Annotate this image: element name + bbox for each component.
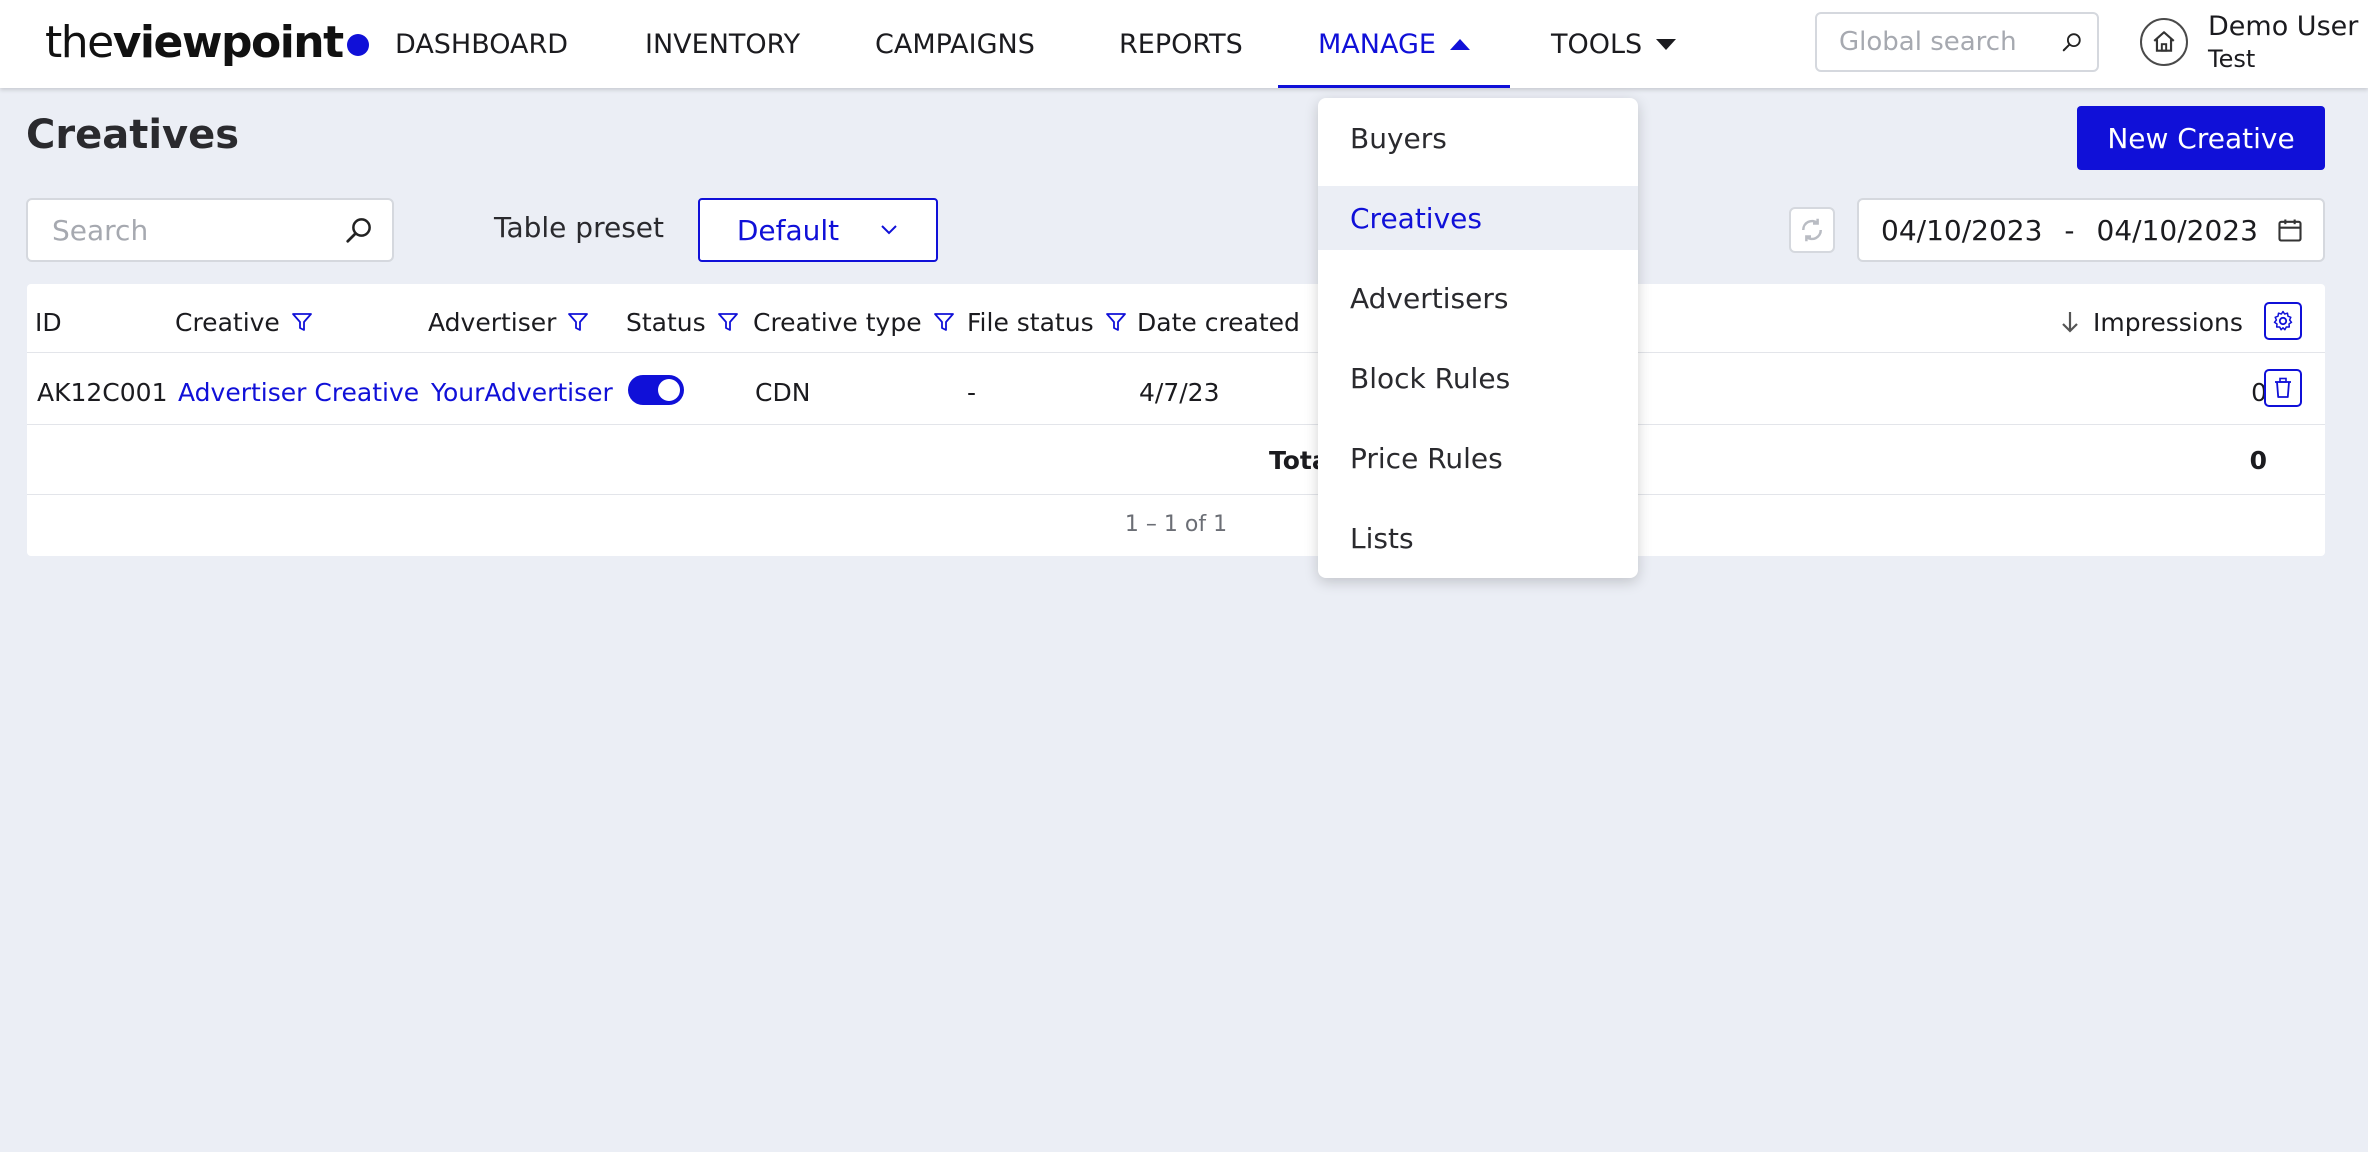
refresh-button[interactable] xyxy=(1789,207,1835,253)
global-search-box[interactable] xyxy=(1815,12,2099,72)
filter-icon[interactable] xyxy=(1104,310,1128,334)
column-header-creative-label: Creative xyxy=(175,307,280,337)
search-icon[interactable] xyxy=(2061,25,2083,59)
column-header-status-label: Status xyxy=(626,307,706,337)
global-search-input[interactable] xyxy=(1837,26,2061,58)
brand-logo[interactable]: the viewpoint xyxy=(45,14,369,70)
cell-file-status: - xyxy=(967,377,977,407)
column-header-impressions[interactable]: Impressions xyxy=(2059,304,2243,340)
table-settings-button[interactable] xyxy=(2264,302,2302,340)
cell-creative-type: CDN xyxy=(755,377,811,407)
column-header-advertiser[interactable]: Advertiser xyxy=(428,304,590,340)
caret-up-icon xyxy=(1449,38,1470,50)
trash-icon xyxy=(2275,377,2291,398)
date-separator: - xyxy=(2064,213,2075,247)
menu-item-price-rules[interactable]: Price Rules xyxy=(1318,426,1638,490)
total-impressions: 0 xyxy=(2249,445,2267,475)
menu-item-creatives[interactable]: Creatives xyxy=(1318,186,1638,250)
filter-icon[interactable] xyxy=(716,310,740,334)
creatives-table: ID Creative Advertiser Status Creative t… xyxy=(27,284,2325,556)
column-header-creative[interactable]: Creative xyxy=(175,304,314,340)
date-to[interactable]: 04/10/2023 xyxy=(2097,214,2258,247)
column-header-impressions-label: Impressions xyxy=(2093,307,2243,337)
manage-dropdown-menu: Buyers Creatives Advertisers Block Rules… xyxy=(1318,98,1638,578)
menu-item-lists[interactable]: Lists xyxy=(1318,506,1638,570)
column-header-id[interactable]: ID xyxy=(35,304,62,340)
menu-item-advertisers[interactable]: Advertisers xyxy=(1318,266,1638,330)
row-divider xyxy=(27,352,2325,353)
gear-icon xyxy=(2273,310,2293,331)
column-header-id-label: ID xyxy=(35,307,62,337)
date-range-picker[interactable]: 04/10/2023 - 04/10/2023 xyxy=(1857,198,2325,262)
column-header-creative-type[interactable]: Creative type xyxy=(753,304,956,340)
caret-down-icon xyxy=(1656,38,1677,50)
column-header-creative-type-label: Creative type xyxy=(753,307,922,337)
user-menu[interactable]: Demo User Test xyxy=(2208,12,2358,72)
table-preset-select[interactable]: Default xyxy=(698,198,938,262)
nav-dashboard[interactable]: DASHBOARD xyxy=(395,0,568,88)
column-header-file-status[interactable]: File status xyxy=(967,304,1128,340)
sort-descending-icon[interactable] xyxy=(2059,309,2081,335)
column-header-file-status-label: File status xyxy=(967,307,1094,337)
row-divider xyxy=(27,494,2325,495)
nav-tools-label: TOOLS xyxy=(1551,28,1643,60)
brand-logo-bold-text: viewpoint xyxy=(112,16,344,68)
table-preset-value: Default xyxy=(736,213,840,247)
cell-date-created: 4/7/23 xyxy=(1139,377,1220,407)
top-navigation-bar: the viewpoint DASHBOARD INVENTORY CAMPAIG… xyxy=(0,0,2368,88)
cell-creative-link[interactable]: Advertiser Creative xyxy=(178,374,419,410)
cell-id: AK12C001 xyxy=(37,377,168,407)
row-divider xyxy=(27,424,2325,425)
new-creative-button[interactable]: New Creative xyxy=(2077,106,2325,170)
brand-logo-dot xyxy=(346,34,369,56)
table-preset-label: Table preset xyxy=(494,211,664,244)
nav-manage-label: MANAGE xyxy=(1318,28,1436,60)
menu-item-buyers[interactable]: Buyers xyxy=(1318,106,1638,170)
nav-tools[interactable]: TOOLS xyxy=(1551,0,1677,88)
nav-reports-label: REPORTS xyxy=(1119,28,1243,60)
nav-campaigns[interactable]: CAMPAIGNS xyxy=(875,0,1035,88)
delete-button[interactable] xyxy=(2264,369,2302,407)
filter-icon[interactable] xyxy=(566,310,590,334)
status-toggle[interactable] xyxy=(628,375,684,405)
user-role: Test xyxy=(2208,44,2256,73)
nav-dashboard-label: DASHBOARD xyxy=(395,28,569,60)
page-title: Creatives xyxy=(26,112,240,158)
nav-inventory[interactable]: INVENTORY xyxy=(645,0,800,88)
column-header-date-created-label: Date created xyxy=(1137,307,1300,337)
home-icon xyxy=(2153,31,2175,52)
chevron-down-icon xyxy=(881,225,897,235)
date-from[interactable]: 04/10/2023 xyxy=(1881,214,2042,247)
menu-item-block-rules[interactable]: Block Rules xyxy=(1318,346,1638,410)
table-search-box[interactable] xyxy=(26,198,394,262)
table-search-input[interactable] xyxy=(50,212,344,248)
refresh-icon xyxy=(1801,218,1823,242)
search-icon[interactable] xyxy=(344,215,374,245)
calendar-icon[interactable] xyxy=(2276,216,2304,244)
pagination-summary: 1 – 1 of 1 xyxy=(1124,512,1228,537)
filter-icon[interactable] xyxy=(932,310,956,334)
cell-impressions: 0 xyxy=(2251,377,2267,407)
user-name: Demo User xyxy=(2208,11,2359,42)
nav-inventory-label: INVENTORY xyxy=(645,28,801,60)
nav-reports[interactable]: REPORTS xyxy=(1119,0,1243,88)
home-button[interactable] xyxy=(2140,18,2188,66)
column-header-advertiser-label: Advertiser xyxy=(428,307,557,337)
nav-campaigns-label: CAMPAIGNS xyxy=(875,28,1035,60)
column-header-status[interactable]: Status xyxy=(626,304,740,340)
column-header-date-created[interactable]: Date created xyxy=(1137,304,1300,340)
filter-icon[interactable] xyxy=(290,310,314,334)
nav-manage[interactable]: MANAGE xyxy=(1278,0,1510,88)
brand-logo-light-text: the xyxy=(45,16,114,68)
cell-advertiser-link[interactable]: YourAdvertiser xyxy=(431,374,613,410)
